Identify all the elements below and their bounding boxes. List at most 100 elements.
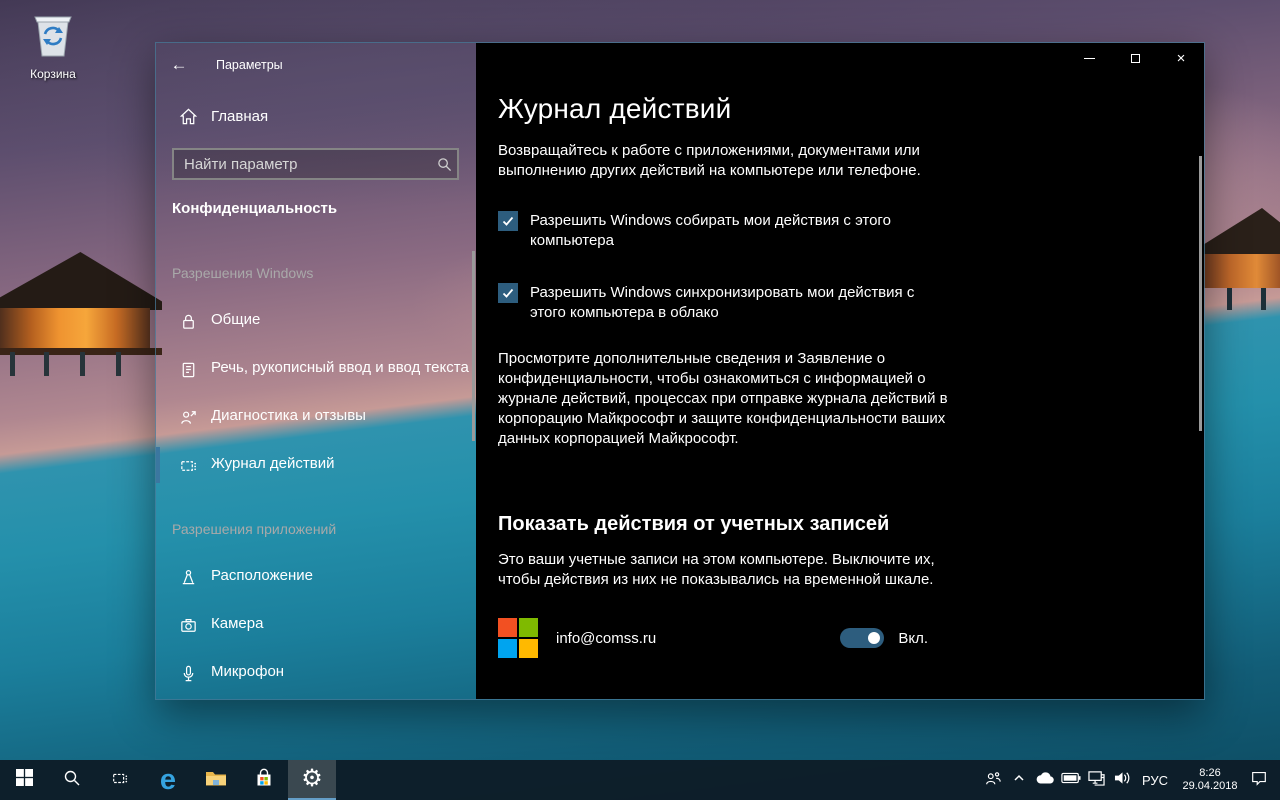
accounts-description: Это ваши учетные записи на этом компьюте… [498,550,968,590]
edge-button[interactable]: e [144,760,192,800]
settings-search-box [172,148,459,180]
back-arrow-icon: ← [171,55,188,75]
recycle-bin-label: Корзина [14,67,92,81]
sidebar-item-label: Журнал действий [211,455,334,472]
search-input[interactable] [174,156,431,173]
home-icon [178,106,198,126]
sidebar-titlebar: ← Параметры [156,51,476,79]
recycle-bin[interactable]: Корзина [14,10,92,81]
store-button[interactable] [240,760,288,800]
main-scrollbar[interactable] [1199,156,1202,431]
toggle-state-label: Вкл. [898,630,928,647]
volume-button[interactable] [1110,760,1136,800]
camera-icon [178,615,198,635]
maximize-icon [1131,54,1140,63]
desktop: Корзина ← Параметры Главная [0,0,1280,800]
people-icon [984,769,1002,792]
network-button[interactable] [1084,760,1110,800]
action-center-icon [1250,769,1268,792]
search-icon [63,769,81,792]
category-title: Конфиденциальность [172,200,337,217]
lock-icon [178,311,198,331]
sidebar-item-general[interactable]: Общие [156,299,476,343]
privacy-note: Просмотрите дополнительные сведения и За… [498,349,960,449]
settings-window: ← Параметры Главная [155,42,1205,700]
checkbox-label[interactable]: Разрешить Windows синхронизировать мои д… [530,283,930,323]
section-header-windows-permissions: Разрешения Windows [172,265,313,281]
network-icon [1087,770,1106,791]
onedrive-button[interactable] [1032,760,1058,800]
checkbox-row-sync: Разрешить Windows синхронизировать мои д… [498,283,973,323]
sidebar-item-label: Главная [211,108,268,125]
sidebar-scrollbar[interactable] [472,251,475,441]
recycle-bin-icon [30,47,76,64]
clock-date: 29.04.2018 [1182,780,1237,793]
sidebar-item-label: Расположение [211,567,313,584]
people-button[interactable] [980,760,1006,800]
window-controls: × [1066,43,1204,73]
language-indicator[interactable]: РУС [1136,760,1174,800]
sidebar-item-label: Речь, рукописный ввод и ввод текста [211,359,469,376]
sidebar-item-label: Камера [211,615,263,632]
onedrive-cloud-icon [1035,771,1055,790]
sidebar-item-diagnostics[interactable]: Диагностика и отзывы [156,395,476,439]
microsoft-logo-icon [498,618,538,658]
app-title: Параметры [216,58,283,72]
speech-inking-icon [178,359,198,379]
sidebar-item-microphone[interactable]: Микрофон [156,651,476,695]
task-view-button[interactable] [96,760,144,800]
page-title: Журнал действий [498,93,973,125]
sidebar-item-camera[interactable]: Камера [156,603,476,647]
tray-overflow-button[interactable] [1006,760,1032,800]
activity-history-icon [178,455,198,475]
account-email: info@comss.ru [556,630,656,647]
file-explorer-button[interactable] [192,760,240,800]
sidebar-item-label: Диагностика и отзывы [211,407,366,424]
close-button[interactable]: × [1158,43,1204,73]
selected-item-accent-bar [156,447,160,483]
collect-activities-checkbox[interactable] [498,211,518,231]
chevron-up-icon [1012,771,1026,790]
maximize-button[interactable] [1112,43,1158,73]
account-row: info@comss.ru Вкл. [498,618,928,658]
microphone-icon [178,663,198,683]
close-icon: × [1177,51,1186,66]
wallpaper-bungalow-right [1202,208,1280,308]
sidebar-item-home[interactable]: Главная [156,96,476,136]
minimize-button[interactable] [1066,43,1112,73]
checkbox-row-collect: Разрешить Windows собирать мои действия … [498,211,973,251]
task-view-icon [111,769,129,792]
taskbar: e [0,760,1280,800]
section-header-app-permissions: Разрешения приложений [172,521,336,537]
taskbar-search-button[interactable] [48,760,96,800]
sidebar-item-label: Микрофон [211,663,284,680]
search-icon[interactable] [431,157,457,172]
battery-button[interactable] [1058,760,1084,800]
location-icon [178,567,198,587]
minimize-icon [1084,58,1095,59]
toggle-knob [868,632,880,644]
clock-time: 8:26 [1182,767,1237,780]
settings-main-pane: × Журнал действий Возвращайтесь к работе… [476,43,1204,699]
windows-start-icon [16,769,33,791]
action-center-button[interactable] [1246,760,1272,800]
start-button[interactable] [0,760,48,800]
page-intro: Возвращайтесь к работе с приложениями, д… [498,141,958,181]
settings-taskbar-button[interactable]: ⚙ [288,760,336,800]
gear-icon: ⚙ [301,767,323,791]
store-icon [254,768,274,793]
clock[interactable]: 8:26 29.04.2018 [1174,760,1246,800]
sidebar-item-activity-history[interactable]: Журнал действий [156,443,476,487]
file-explorer-icon [205,769,227,792]
diagnostics-feedback-icon [178,407,198,427]
sync-activities-checkbox[interactable] [498,283,518,303]
account-toggle[interactable] [840,628,884,648]
volume-icon [1113,770,1132,791]
system-tray: РУС 8:26 29.04.2018 [980,760,1280,800]
checkbox-label[interactable]: Разрешить Windows собирать мои действия … [530,211,930,251]
back-button[interactable]: ← [164,51,194,79]
accounts-section-title: Показать действия от учетных записей [498,513,973,536]
sidebar-item-location[interactable]: Расположение [156,555,476,599]
sidebar-item-speech-inking[interactable]: Речь, рукописный ввод и ввод текста [156,347,476,391]
edge-icon: e [160,766,176,795]
